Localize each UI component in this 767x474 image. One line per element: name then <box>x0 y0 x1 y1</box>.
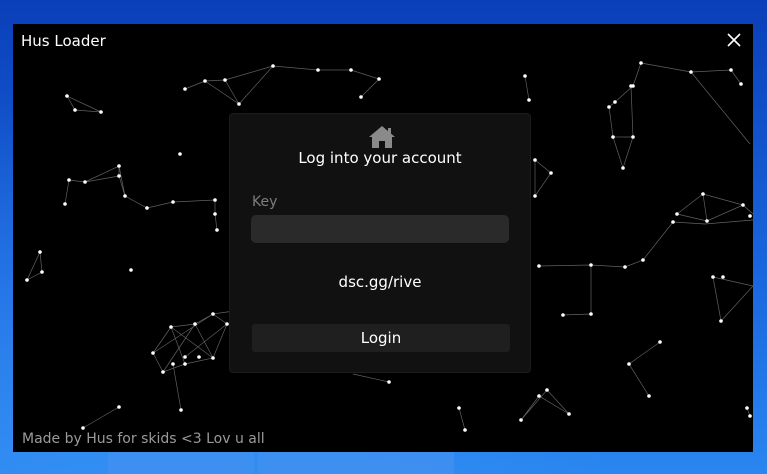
login-button[interactable]: Login <box>252 324 510 352</box>
home-icon <box>369 126 395 148</box>
window-title: Hus Loader <box>21 32 106 50</box>
taskbar-item[interactable] <box>258 452 454 474</box>
loader-window: Hus Loader Log into your account Key dsc… <box>13 24 753 452</box>
close-icon <box>727 33 741 47</box>
login-panel: Log into your account Key dsc.gg/rive Lo… <box>229 113 531 373</box>
login-heading: Log into your account <box>298 149 462 167</box>
taskbar-item[interactable] <box>108 452 254 474</box>
close-button[interactable] <box>725 31 743 49</box>
footer-credit: Made by Hus for skids <3 Lov u all <box>22 431 265 447</box>
key-label: Key <box>252 194 278 210</box>
invite-link-text: dsc.gg/rive <box>338 273 422 291</box>
key-input[interactable] <box>251 215 509 243</box>
